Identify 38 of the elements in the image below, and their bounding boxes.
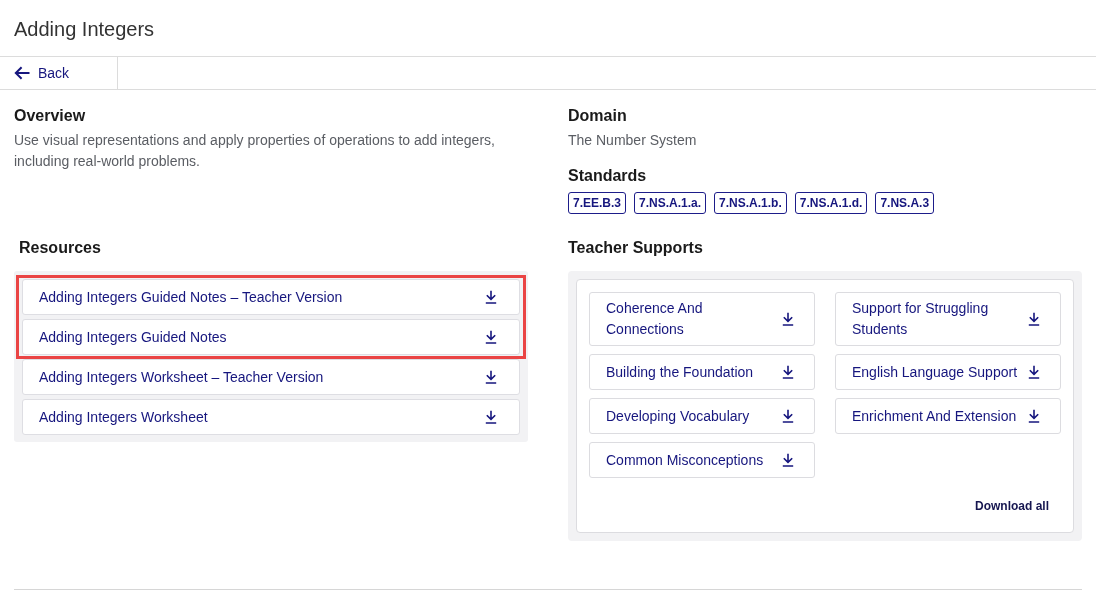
arrow-left-icon [14,66,30,80]
teacher-support-link[interactable]: English Language Support [835,354,1061,390]
standard-tag[interactable]: 7.NS.A.1.b. [714,192,787,214]
teacher-support-link[interactable]: Building the Foundation [589,354,815,390]
download-icon [782,409,794,423]
standard-tag[interactable]: 7.EE.B.3 [568,192,627,214]
resource-link[interactable]: Adding Integers Guided Notes [22,319,520,355]
resource-link[interactable]: Adding Integers Worksheet – Teacher Version [22,359,520,395]
overview-text: Use visual representations and apply properties of operations to add integers, including real-world problems. [14,131,496,171]
section-heading: Teacher Supports [568,238,704,258]
download-icon [782,312,794,326]
section-heading: Domain [568,106,628,126]
resource-link[interactable]: Adding Integers Guided Notes – Teacher Version [22,279,520,315]
back-link[interactable]: Back [0,57,118,89]
download-icon [485,290,497,304]
teacher-support-link[interactable]: Developing Vocabulary [589,398,815,434]
download-all-link[interactable]: Download all [975,498,1049,514]
page-title: Adding Integers [14,17,155,41]
teacher-support-link[interactable]: Enrichment And Extension [835,398,1061,434]
standard-tag[interactable]: 7.NS.A.1.d. [794,192,868,214]
teacher-support-link[interactable]: Support for Struggling Students [835,292,1061,346]
section-heading: Resources [18,238,102,258]
teacher-support-link[interactable]: Common Misconceptions [589,442,815,478]
download-icon [1028,365,1040,379]
section-heading: Standards [568,166,648,186]
resource-link[interactable]: Adding Integers Worksheet [22,399,520,435]
download-icon [782,453,794,467]
download-icon [782,365,794,379]
download-icon [1028,409,1040,423]
download-icon [485,330,497,344]
download-icon [485,410,497,424]
teacher-support-link[interactable]: Coherence And Connections [589,292,815,346]
domain-text: The Number System [568,131,698,150]
section-heading: Overview [14,106,87,126]
download-icon [485,370,497,384]
standard-tag[interactable]: 7.NS.A.1.a. [634,192,707,214]
download-icon [1028,312,1040,326]
standard-tag[interactable]: 7.NS.A.3 [875,192,935,214]
